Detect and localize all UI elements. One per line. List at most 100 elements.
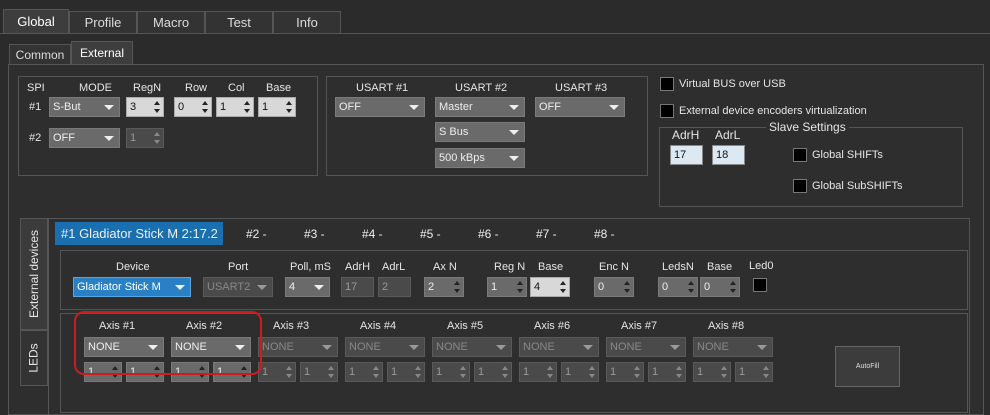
port-select: USART2 (203, 277, 273, 297)
encn-header: Enc N (599, 261, 629, 273)
device-tab-3[interactable]: #3 - (298, 222, 325, 245)
device-header: Device (116, 261, 150, 273)
led0-header: Led0 (749, 260, 774, 272)
regn-header: RegN (133, 82, 162, 94)
virtual-bus-checkbox[interactable] (660, 77, 674, 91)
ledsn-header: LedsN (662, 261, 694, 273)
global-shifts-checkbox[interactable] (793, 148, 807, 162)
poll-select[interactable]: 4 (285, 277, 330, 297)
axis-7-spinner-1: 1 (606, 362, 644, 382)
axis-8-select: NONE (693, 337, 773, 357)
spi1-mode-select[interactable]: S-But (49, 97, 120, 117)
device-tab-7[interactable]: #7 - (530, 222, 557, 245)
axis-5-value: NONE (436, 341, 468, 353)
dev-adrh-field: 17 (341, 277, 374, 297)
axis-6-spinner-1: 1 (519, 362, 557, 382)
spi-row2-label: #2 (29, 132, 42, 144)
dev-adrh-header: AdrH (345, 261, 371, 273)
axis-8-spinner-1: 1 (693, 362, 731, 382)
tab-profile[interactable]: Profile (69, 11, 137, 33)
spi-row1-label: #1 (29, 101, 42, 113)
axis-8-spinner-2: 1 (735, 362, 773, 382)
axis-5-spinner-1: 1 (432, 362, 470, 382)
axis-6-select: NONE (519, 337, 599, 357)
highlight-annotation (74, 311, 262, 375)
axis-4-spinner-1: 1 (345, 362, 383, 382)
tab-external[interactable]: External (71, 41, 133, 64)
axis-4-spinner-2: 1 (387, 362, 425, 382)
device-tab-5[interactable]: #5 - (414, 222, 441, 245)
usart2-speed-select[interactable]: 500 kBps (435, 148, 525, 168)
axis-spinner-value: 1 (262, 366, 269, 378)
axis-7-spinner-2: 1 (648, 362, 686, 382)
mode-header: MODE (79, 82, 112, 94)
device-tab-6[interactable]: #6 - (472, 222, 499, 245)
usart3-select[interactable]: OFF (535, 97, 625, 117)
tab-common[interactable]: Common (9, 44, 71, 64)
base-dev-spinner[interactable]: 4 (530, 277, 570, 297)
global-shifts-label: Global SHIFTs (812, 149, 883, 161)
tab-test[interactable]: Test (205, 11, 273, 33)
tab-macro[interactable]: Macro (137, 11, 205, 33)
tab-external-devices[interactable]: External devices (20, 218, 48, 330)
axis-6-value: NONE (523, 341, 555, 353)
spi1-base-spinner[interactable]: 1 (258, 97, 296, 117)
tab-info[interactable]: Info (273, 11, 341, 33)
axis-spinner-value: 1 (436, 366, 443, 378)
usart1-header: USART #1 (356, 82, 409, 94)
axis-spinner-value: 1 (478, 366, 485, 378)
spi1-col-spinner[interactable]: 1 (216, 97, 254, 117)
axis-spinner-value: 1 (523, 366, 530, 378)
axis-spinner-value: 1 (565, 366, 572, 378)
slave-adrh-field[interactable]: 17 (670, 145, 703, 165)
axis-4-select: NONE (345, 337, 425, 357)
axis-8-value: NONE (697, 341, 729, 353)
axis-3-spinner-2: 1 (300, 362, 338, 382)
leds-base-spinner[interactable]: 0 (700, 277, 740, 297)
slave-adrl-field[interactable]: 18 (712, 145, 745, 165)
device-tab-4[interactable]: #4 - (356, 222, 383, 245)
regn-dev-header: Reg N (494, 261, 526, 273)
axis-label-7: Axis #7 (621, 320, 658, 332)
usart2-mode-select[interactable]: Master (435, 97, 525, 117)
axn-spinner[interactable]: 2 (424, 277, 464, 297)
adrh-label: AdrH (672, 128, 700, 142)
spi2-mode-select[interactable]: OFF (49, 128, 120, 148)
spi1-regn-spinner[interactable]: 3 (126, 97, 164, 117)
slave-settings-group (659, 127, 963, 207)
axis-5-spinner-2: 1 (474, 362, 512, 382)
usart1-select[interactable]: OFF (335, 97, 425, 117)
global-subshifts-checkbox[interactable] (793, 179, 807, 193)
device-select[interactable]: Gladiator Stick M (73, 277, 191, 297)
device-tab-8[interactable]: #8 - (588, 222, 615, 245)
virtual-bus-label: Virtual BUS over USB (679, 78, 786, 90)
regn-dev-spinner[interactable]: 1 (487, 277, 527, 297)
axis-spinner-value: 1 (304, 366, 311, 378)
axis-7-select: NONE (606, 337, 686, 357)
axis-6-spinner-2: 1 (561, 362, 599, 382)
axis-spinner-value: 1 (349, 366, 356, 378)
axis-5-select: NONE (432, 337, 512, 357)
tab-global[interactable]: Global (3, 9, 69, 33)
ext-encoders-checkbox[interactable] (660, 104, 674, 118)
axis-3-select: NONE (258, 337, 338, 357)
led0-checkbox[interactable] (753, 278, 767, 292)
axis-spinner-value: 1 (652, 366, 659, 378)
ext-encoders-label: External device encoders virtualization (679, 105, 867, 117)
encn-spinner[interactable]: 0 (594, 277, 634, 297)
col-header: Col (228, 82, 245, 94)
axis-3-spinner-1: 1 (258, 362, 296, 382)
ledsn-spinner[interactable]: 0 (658, 277, 698, 297)
spi1-row-spinner[interactable]: 0 (174, 97, 212, 117)
device-tab-1[interactable]: #1 Gladiator Stick M 2:17.2 (55, 222, 223, 245)
tab-leds[interactable]: LEDs (20, 330, 48, 386)
poll-header: Poll, mS (290, 261, 331, 273)
axis-label-8: Axis #8 (708, 320, 745, 332)
device-tab-2[interactable]: #2 - (240, 222, 267, 245)
spi2-regn-spinner: 1 (126, 128, 164, 148)
axn-header: Ax N (433, 261, 457, 273)
axis-spinner-value: 1 (391, 366, 398, 378)
axis-4-value: NONE (349, 341, 381, 353)
autofill-button[interactable]: AutoFill (835, 346, 900, 387)
usart2-bus-select[interactable]: S Bus (435, 122, 525, 142)
